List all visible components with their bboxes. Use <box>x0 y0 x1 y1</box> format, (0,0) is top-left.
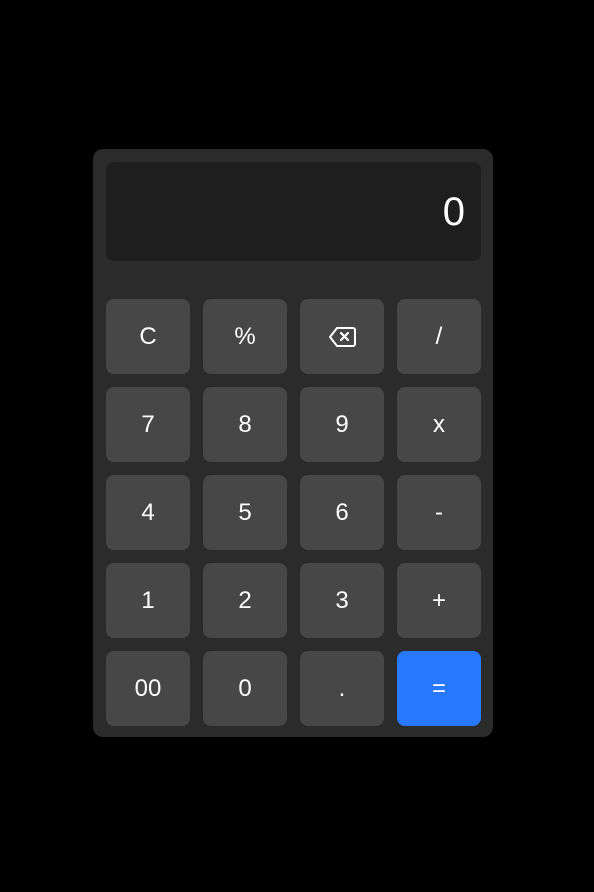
clear-button[interactable]: C <box>106 299 190 374</box>
digit-9-button[interactable]: 9 <box>300 387 384 462</box>
equals-button[interactable]: = <box>397 651 481 726</box>
add-button[interactable]: + <box>397 563 481 638</box>
backspace-icon <box>328 326 356 348</box>
multiply-button[interactable]: x <box>397 387 481 462</box>
subtract-button[interactable]: - <box>397 475 481 550</box>
digit-2-button[interactable]: 2 <box>203 563 287 638</box>
display-value: 0 <box>442 189 465 234</box>
divide-button[interactable]: / <box>397 299 481 374</box>
digit-5-button[interactable]: 5 <box>203 475 287 550</box>
calculator-display: 0 <box>106 162 481 261</box>
keypad: C % / 7 8 9 x 4 5 6 - 1 2 3 + 00 0 . = <box>106 299 481 726</box>
digit-6-button[interactable]: 6 <box>300 475 384 550</box>
calculator-panel: 0 C % / 7 8 9 x 4 5 6 - 1 2 3 + 00 0 . = <box>93 149 493 737</box>
digit-3-button[interactable]: 3 <box>300 563 384 638</box>
double-zero-button[interactable]: 00 <box>106 651 190 726</box>
digit-0-button[interactable]: 0 <box>203 651 287 726</box>
digit-8-button[interactable]: 8 <box>203 387 287 462</box>
digit-1-button[interactable]: 1 <box>106 563 190 638</box>
digit-7-button[interactable]: 7 <box>106 387 190 462</box>
digit-4-button[interactable]: 4 <box>106 475 190 550</box>
backspace-button[interactable] <box>300 299 384 374</box>
percent-button[interactable]: % <box>203 299 287 374</box>
decimal-button[interactable]: . <box>300 651 384 726</box>
